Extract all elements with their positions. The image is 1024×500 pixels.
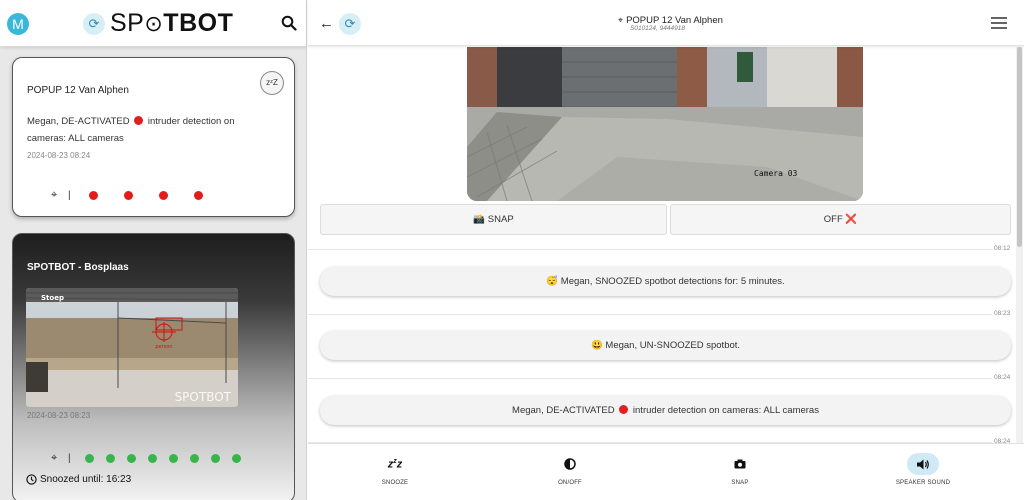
feed-message: Megan, DE-ACTIVATED intruder detection o… [320,396,1011,425]
scrollbar-thumb[interactable] [1017,47,1022,247]
feed-scrollbar[interactable] [1016,47,1023,444]
site-card-popup-12[interactable]: POPUP 12 Van Alphen zᶻZ Megan, DE-ACTIVA… [12,57,295,217]
action-toolbar: zzz SNOOZE ON/OFF SNAP SPEAKER SOUND [308,443,1024,500]
site-card-timestamp: 2024-08-23 08:24 [27,151,91,160]
feed-timestamp: 08:24 [992,374,1013,381]
camera-status-dot[interactable] [168,454,178,463]
snap-toolbar-button[interactable]: SNAP [700,454,780,486]
snooze-badge-icon[interactable]: zᶻZ [260,71,284,95]
site-card-timestamp: 2024-08-23 08:23 [27,411,91,420]
camera-status-dot[interactable] [126,454,136,463]
site-card-title: SPOTBOT - Bosplaas [27,262,129,273]
camera-status-row: ⌖ | [51,189,229,202]
separator: | [68,190,71,201]
refresh-icon[interactable]: ⟳ [83,13,105,35]
on-off-button[interactable]: ON/OFF [530,454,610,486]
snooze-button[interactable]: zzz SNOOZE [355,454,435,486]
camera-overlay-label: Camera 03 [754,169,798,178]
feed-timestamp: 08:12 [992,245,1013,252]
site-detail-panel: ← ⟳ ⌖ POPUP 12 Van Alphen S010124, 944491… [308,0,1024,500]
refresh-icon[interactable]: ⟳ [339,13,361,35]
camera-live-view[interactable]: Camera 03 [467,47,863,201]
back-arrow-icon[interactable]: ← [319,15,334,32]
feed-timestamp: 08:23 [992,310,1013,317]
detection-snapshot[interactable]: person Stoep SPOTBOT [26,288,238,407]
crosshair-icon: ⌖ [618,15,624,25]
camera-status-dot[interactable] [189,454,199,463]
camera-status-dot[interactable] [105,454,115,463]
divider [308,378,1012,379]
camera-status-dot[interactable] [84,454,94,463]
contrast-icon [530,454,610,474]
site-card-message: Megan, DE-ACTIVATED intruder detection o… [27,116,235,144]
camera-status-dot[interactable] [158,191,168,200]
camera-status-dot[interactable] [88,191,98,200]
camera-status-row: ⌖ | [51,452,253,465]
crosshair-icon: ⌖ [51,452,58,464]
snap-button[interactable]: 📸 SNAP [320,204,667,235]
site-coordinates: S010124, 9444918 [630,25,685,32]
site-card-bosplaas[interactable]: SPOTBOT - Bosplaas person Stoep SPOTBOT … [12,233,295,500]
camera-status-dot[interactable] [193,191,203,200]
camera-status-dot[interactable] [210,454,220,463]
zzz-icon: zzz [387,457,403,471]
crosshair-logo-mark: ⊙ [144,11,164,36]
divider [308,314,1012,315]
red-circle-icon [619,405,629,414]
snapshot-watermark: SPOTBOT [175,390,232,404]
detection-label: person [155,344,172,350]
search-icon[interactable] [281,15,297,31]
off-button[interactable]: OFF ❌ [670,204,1011,235]
speaker-icon [907,453,939,475]
snapshot-camera-label: Stoep [41,294,64,302]
crosshair-icon: ⌖ [51,189,58,201]
snoozed-until: Snoozed until: 16:23 [26,474,131,485]
app-logo: SP⊙TBOT [110,9,234,37]
feed-message: 😃 Megan, UN-SNOOZED spotbot. [320,331,1011,360]
site-card-title: POPUP 12 Van Alphen [27,85,129,96]
camera-status-dot[interactable] [147,454,157,463]
camera-status-dot[interactable] [231,454,241,463]
clock-icon [26,474,37,485]
divider [308,249,1012,250]
user-avatar[interactable]: M [7,13,29,35]
red-circle-icon [134,116,144,125]
sites-panel: M ⟳ SP⊙TBOT POPUP 12 Van Alphen zᶻZ Mega… [0,0,307,500]
site-header: ← ⟳ ⌖ POPUP 12 Van Alphen S010124, 944491… [308,0,1024,46]
camera-status-dot[interactable] [123,191,133,200]
menu-icon[interactable] [991,17,1007,29]
app-header: M ⟳ SP⊙TBOT [0,0,306,47]
feed-message: 😴 Megan, SNOOZED spotbot detections for:… [320,267,1011,296]
camera-icon [700,454,780,474]
separator: | [68,453,71,464]
speaker-sound-button[interactable]: SPEAKER SOUND [883,453,963,486]
